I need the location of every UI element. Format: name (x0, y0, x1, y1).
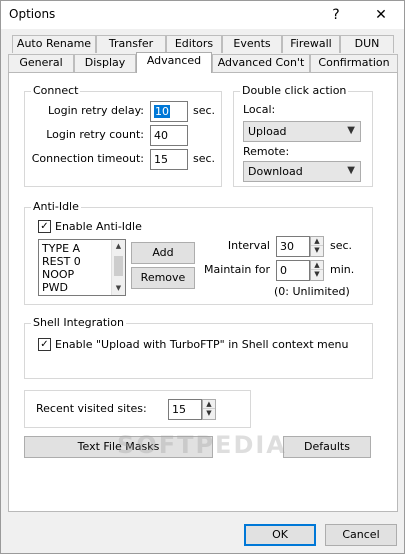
recent-sites-label: Recent visited sites: (36, 402, 147, 415)
tab-page-advanced: Connect Login retry delay: 10 sec. Login… (8, 72, 398, 512)
options-dialog: Options ? ✕ Auto Rename Transfer Editors… (0, 0, 405, 554)
tab-dun[interactable]: DUN (340, 35, 394, 53)
tab-row-back: Auto Rename Transfer Editors Events Fire… (1, 35, 405, 53)
recent-sites-input[interactable]: 15 (168, 399, 202, 420)
enable-anti-idle-label: Enable Anti-Idle (55, 220, 142, 233)
scroll-thumb[interactable] (114, 256, 123, 276)
shell-integration-group: Shell Integration ✓ Enable "Upload with … (24, 316, 373, 379)
recent-sites-group: Recent visited sites: 15 ▲ ▼ (24, 390, 251, 428)
retry-delay-input[interactable]: 10 (150, 101, 188, 122)
maintain-spinner[interactable]: ▲ ▼ (310, 260, 324, 281)
spin-down-icon[interactable]: ▼ (203, 409, 215, 418)
title-bar: Options ? ✕ (1, 1, 404, 29)
timeout-unit: sec. (193, 152, 216, 165)
tab-auto-rename[interactable]: Auto Rename (12, 35, 96, 53)
remove-command-button[interactable]: Remove (131, 267, 195, 289)
help-button[interactable]: ? (321, 3, 351, 27)
anti-idle-group-title: Anti-Idle (31, 200, 81, 214)
local-label: Local: (243, 103, 276, 116)
spin-up-icon[interactable]: ▲ (311, 261, 323, 270)
maintain-input[interactable]: 0 (276, 260, 310, 281)
maintain-label: Maintain for (204, 263, 270, 276)
retry-delay-value: 10 (154, 105, 170, 118)
retry-count-input[interactable]: 40 (150, 125, 188, 146)
window-title: Options (9, 7, 56, 21)
tab-display[interactable]: Display (74, 54, 136, 72)
connect-group: Connect Login retry delay: 10 sec. Login… (24, 84, 222, 187)
shell-integration-checkbox[interactable]: ✓ (38, 338, 51, 351)
ok-button[interactable]: OK (244, 524, 316, 546)
text-file-masks-button[interactable]: Text File Masks (24, 436, 213, 458)
tab-transfer[interactable]: Transfer (96, 35, 166, 53)
double-click-group-title: Double click action (240, 84, 349, 98)
chevron-down-icon: ▼ (347, 125, 355, 136)
spin-down-icon[interactable]: ▼ (311, 246, 323, 255)
spin-down-icon[interactable]: ▼ (311, 270, 323, 279)
recent-sites-spinner[interactable]: ▲ ▼ (202, 399, 216, 420)
tab-editors[interactable]: Editors (166, 35, 222, 53)
connect-group-title: Connect (31, 84, 81, 98)
remote-action-value: Download (248, 165, 303, 178)
timeout-label: Connection timeout: (31, 152, 144, 165)
tab-general[interactable]: General (8, 54, 74, 72)
interval-spinner[interactable]: ▲ ▼ (310, 236, 324, 257)
defaults-button[interactable]: Defaults (283, 436, 371, 458)
anti-idle-group: Anti-Idle ✓ Enable Anti-Idle TYPE A REST… (24, 200, 373, 305)
local-action-value: Upload (248, 125, 287, 138)
remote-action-select[interactable]: Download ▼ (243, 161, 361, 182)
spin-up-icon[interactable]: ▲ (311, 237, 323, 246)
list-scrollbar[interactable]: ▲ ▼ (111, 240, 125, 295)
tab-firewall[interactable]: Firewall (282, 35, 340, 53)
unlimited-note: (0: Unlimited) (274, 285, 350, 298)
scroll-down-icon[interactable]: ▼ (112, 282, 125, 295)
timeout-input[interactable]: 15 (150, 149, 188, 170)
tab-confirmation[interactable]: Confirmation (310, 54, 398, 72)
maintain-unit: min. (330, 263, 355, 276)
enable-anti-idle-checkbox[interactable]: ✓ (38, 220, 51, 233)
interval-label: Interval (227, 239, 270, 252)
add-command-button[interactable]: Add (131, 242, 195, 264)
remote-label: Remote: (243, 145, 290, 158)
double-click-group: Double click action Local: Upload ▼ Remo… (233, 84, 373, 187)
retry-count-label: Login retry count: (46, 128, 144, 141)
local-action-select[interactable]: Upload ▼ (243, 121, 361, 142)
interval-unit: sec. (330, 239, 353, 252)
scroll-up-icon[interactable]: ▲ (112, 240, 125, 253)
tab-events[interactable]: Events (222, 35, 282, 53)
retry-delay-label: Login retry delay: (47, 104, 144, 117)
chevron-down-icon: ▼ (347, 165, 355, 176)
retry-delay-unit: sec. (193, 104, 216, 117)
tab-advanced-cont[interactable]: Advanced Con't (212, 54, 310, 72)
spin-up-icon[interactable]: ▲ (203, 400, 215, 409)
tab-advanced[interactable]: Advanced (136, 52, 212, 73)
shell-integration-label: Enable "Upload with TurboFTP" in Shell c… (55, 338, 349, 351)
tab-row-front: General Display Advanced Advanced Con't … (1, 52, 405, 73)
interval-input[interactable]: 30 (276, 236, 310, 257)
anti-idle-command-list[interactable]: TYPE A REST 0 NOOP PWD ▲ ▼ (38, 239, 126, 296)
shell-group-title: Shell Integration (31, 316, 126, 330)
cancel-button[interactable]: Cancel (325, 524, 397, 546)
close-button[interactable]: ✕ (366, 3, 396, 27)
